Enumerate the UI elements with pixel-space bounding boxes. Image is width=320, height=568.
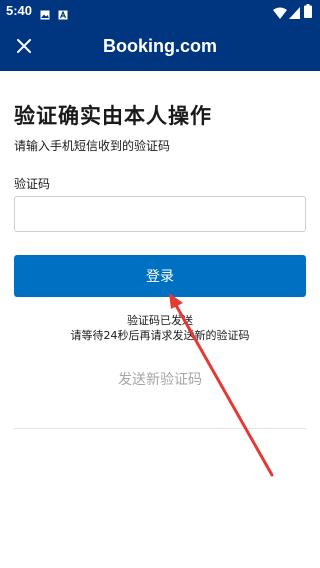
battery-icon [304, 3, 312, 22]
status-bar: 5:40 [0, 0, 320, 22]
status-time: 5:40 [6, 3, 33, 18]
wait-countdown-note: 请等待24秒后再请求发送新的验证码 [70, 329, 250, 342]
code-sent-note: 验证码已发送 [127, 314, 193, 327]
code-field-label: 验证码 [14, 177, 51, 191]
wifi-icon [273, 4, 287, 23]
page-title: 验证确实由本人操作 [14, 104, 212, 128]
close-button[interactable] [10, 33, 38, 61]
close-icon [16, 38, 32, 57]
resend-code-link[interactable]: 发送新验证码 [0, 369, 320, 389]
login-button-label: 登录 [146, 269, 174, 285]
login-button[interactable]: 登录 [14, 255, 306, 297]
brand-logo: Booking.com [102, 36, 217, 56]
signal-icon [289, 4, 300, 23]
verification-code-input[interactable] [14, 196, 306, 232]
divider [14, 428, 306, 429]
app-header: Booking.com [0, 22, 320, 71]
page-subtitle: 请输入手机短信收到的验证码 [14, 139, 171, 153]
